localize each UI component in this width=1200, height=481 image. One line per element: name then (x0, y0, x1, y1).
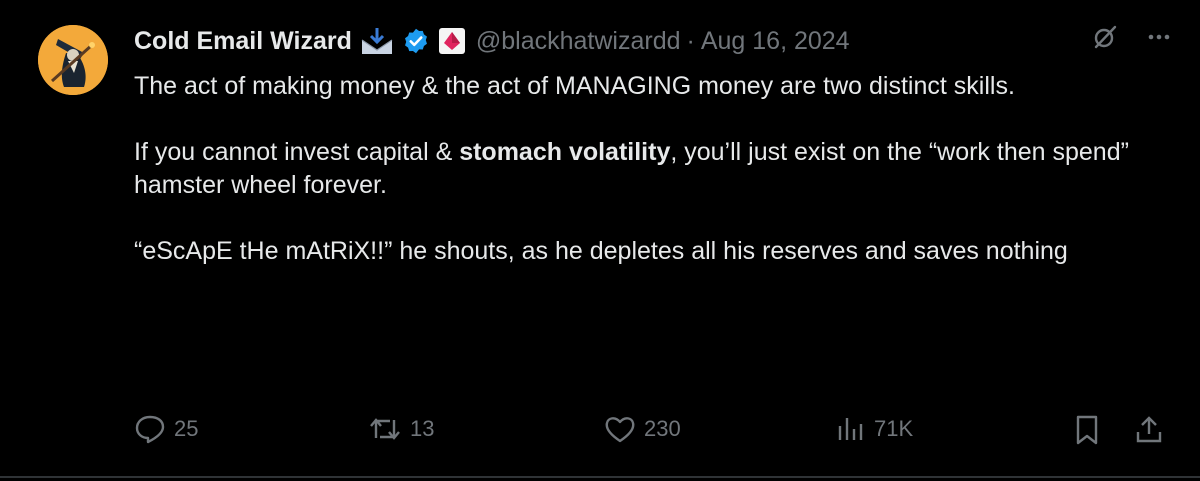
tweet-paragraph-2: If you cannot invest capital & stomach v… (134, 136, 1174, 202)
reply-button[interactable]: 25 (134, 414, 198, 444)
views-button[interactable]: 71K (836, 414, 913, 444)
views-chart-icon (836, 414, 866, 444)
tweet-paragraph-3: “eScApE tHe mAtRiX!!” he shouts, as he d… (134, 237, 1068, 265)
tweet-header: Cold Email Wizard @blackhatwizardd · Aug… (134, 23, 850, 59)
bookmark-button[interactable] (1072, 414, 1102, 446)
timestamp[interactable]: Aug 16, 2024 (701, 27, 850, 56)
repost-button[interactable]: 13 (368, 414, 434, 444)
reply-count: 25 (174, 416, 199, 441)
like-count: 230 (644, 416, 681, 441)
repost-icon (368, 414, 402, 444)
like-button[interactable]: 230 (604, 414, 681, 444)
tweet-paragraph-1: The act of making money & the act of MAN… (134, 72, 1015, 100)
wizard-avatar-icon (38, 25, 108, 95)
share-icon (1134, 414, 1164, 446)
display-name[interactable]: Cold Email Wizard (134, 27, 352, 56)
email-inbox-icon (360, 26, 394, 56)
separator-dot: · (686, 26, 695, 55)
share-button[interactable] (1134, 414, 1164, 446)
heart-icon (604, 414, 636, 444)
repost-count: 13 (410, 416, 435, 441)
tweet-card[interactable]: Cold Email Wizard @blackhatwizardd · Aug… (0, 0, 1200, 478)
avatar[interactable] (38, 25, 108, 95)
more-options-icon[interactable] (1146, 24, 1172, 50)
tweet-text: The act of making money & the act of MAN… (134, 70, 1174, 268)
tweet-top-actions (1092, 24, 1172, 50)
reply-icon (134, 414, 166, 444)
views-count: 71K (874, 416, 914, 441)
tweet-action-bar: 25 13 230 71K (134, 414, 1169, 450)
red-diamond-icon[interactable] (438, 27, 466, 55)
tweet-bold-text: stomach volatility (459, 138, 671, 166)
handle[interactable]: @blackhatwizardd (476, 27, 681, 56)
grok-icon[interactable] (1092, 24, 1118, 50)
verified-badge-icon[interactable] (402, 27, 430, 55)
tweet-text-span: If you cannot invest capital & (134, 138, 460, 166)
bookmark-icon (1072, 414, 1102, 446)
